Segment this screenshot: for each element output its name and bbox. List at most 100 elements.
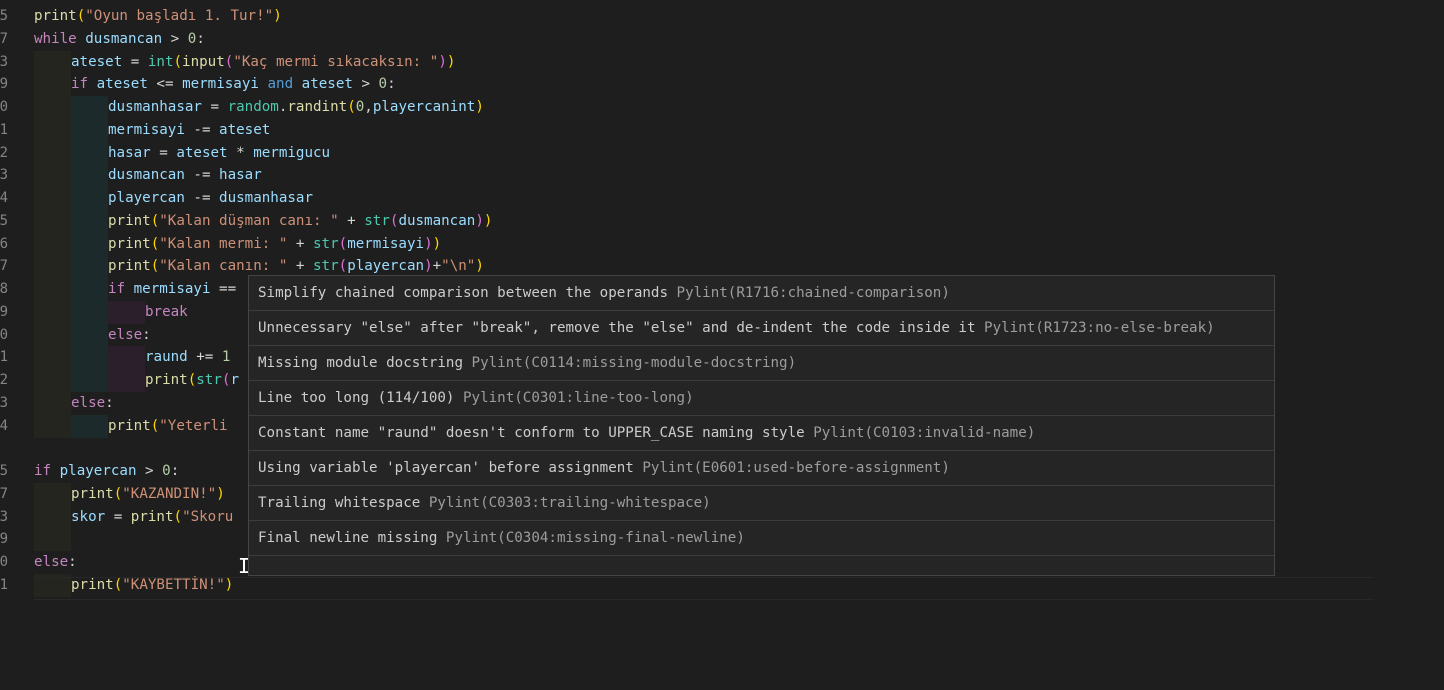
indent-guide	[34, 73, 71, 97]
diagnostic-source: Pylint(C0304:missing-final-newline)	[445, 530, 745, 546]
diagnostic-message: Simplify chained comparison between the …	[258, 285, 668, 301]
diagnostic-item[interactable]: Trailing whitespace Pylint(C0303:trailin…	[249, 486, 1274, 521]
diagnostic-source: Pylint(C0114:missing-module-docstring)	[471, 355, 797, 371]
indent-guide	[108, 369, 145, 392]
diagnostic-source: Pylint(C0303:trailing-whitespace)	[428, 495, 711, 511]
indent-guide	[34, 300, 71, 324]
code-token: if	[108, 281, 126, 297]
diagnostic-message: Line too long (114/100)	[258, 390, 455, 406]
indent-guide	[34, 164, 71, 188]
code-token: >	[162, 30, 188, 47]
code-token: skor	[71, 508, 106, 525]
code-token: -=	[184, 190, 220, 206]
problems-hover-widget[interactable]: Simplify chained comparison between the …	[248, 275, 1275, 576]
code-token: +	[287, 258, 314, 275]
code-token: :	[170, 463, 180, 479]
indent-guide	[71, 232, 108, 256]
code-line[interactable]: print("Oyun başladı 1. Tur!")	[34, 5, 282, 28]
code-token: int	[147, 53, 174, 70]
code-token: ==	[210, 281, 237, 297]
code-token: )	[424, 258, 433, 275]
code-line[interactable]: break	[34, 300, 188, 324]
code-token: (	[76, 8, 86, 24]
diagnostic-item[interactable]: Constant name "raund" doesn't conform to…	[249, 416, 1274, 451]
diagnostic-item[interactable]: Missing module docstring Pylint(C0114:mi…	[249, 346, 1274, 381]
code-token: -=	[184, 167, 220, 184]
code-line[interactable]: print(str(r	[34, 369, 239, 392]
diagnostic-message: Final newline missing	[258, 530, 438, 546]
code-token: else	[34, 554, 69, 570]
code-token: ateset	[301, 76, 353, 93]
code-token: :	[196, 30, 205, 47]
line-number: 5	[0, 463, 8, 479]
code-token: mermisayi	[108, 121, 185, 138]
indent-guide	[71, 141, 108, 165]
indent-guide	[108, 300, 145, 324]
code-line[interactable]: raund += 1	[34, 346, 230, 370]
code-token: mermisayi	[347, 235, 425, 252]
line-number: 1	[0, 121, 8, 138]
code-token: >	[352, 76, 379, 93]
code-line[interactable]: if mermisayi ==	[34, 278, 236, 301]
code-token: "Skoru	[182, 508, 234, 525]
code-line[interactable]: while dusmancan > 0:	[34, 28, 205, 51]
code-token: dusmancan	[85, 30, 163, 47]
code-line[interactable]: mermisayi -= ateset	[34, 118, 271, 142]
code-token: print	[108, 258, 151, 275]
diagnostic-message: Trailing whitespace	[258, 495, 421, 511]
code-line[interactable]: print("Kalan düşman canı: " + str(dusman…	[34, 209, 493, 233]
code-token: dusmanhasar	[108, 99, 202, 115]
code-line[interactable]: print("KAZANDIN!")	[34, 482, 225, 506]
code-token: "KAZANDIN!"	[122, 485, 217, 502]
indent-guide	[71, 323, 108, 347]
diagnostic-item[interactable]: Line too long (114/100) Pylint(C0301:lin…	[249, 381, 1274, 416]
line-number: 5	[0, 8, 8, 24]
code-token: )	[475, 99, 484, 115]
code-line[interactable]: else:	[34, 551, 77, 574]
indent-guide	[71, 278, 108, 301]
diagnostic-item[interactable]: Simplify chained comparison between the …	[249, 276, 1274, 311]
indent-guide	[71, 118, 108, 142]
line-number: 3	[0, 508, 8, 525]
code-token: =	[122, 53, 148, 70]
code-line[interactable]: else:	[34, 323, 151, 347]
diagnostic-item[interactable]: Using variable 'playercan' before assign…	[249, 451, 1274, 486]
indent-guide	[71, 346, 108, 370]
code-line[interactable]: if playercan > 0:	[34, 460, 179, 483]
code-token: print	[71, 485, 114, 502]
diagnostic-item[interactable]: Unnecessary "else" after "break", remove…	[249, 311, 1274, 346]
diagnostic-item[interactable]: Final newline missing Pylint(C0304:missi…	[249, 521, 1274, 556]
code-token: "Kalan canın: "	[159, 258, 288, 275]
code-token: :	[68, 554, 77, 570]
code-token: :	[142, 326, 151, 343]
code-token: ateset	[219, 121, 271, 138]
code-token: +	[338, 212, 365, 229]
code-line[interactable]: if ateset <= mermisayi and ateset > 0:	[34, 73, 396, 97]
indent-guide	[71, 96, 108, 119]
code-line[interactable]: dusmancan -= hasar	[34, 164, 262, 188]
code-token: )	[483, 212, 493, 229]
code-line[interactable]: print("Yeterli	[34, 414, 228, 438]
code-token: +	[287, 235, 314, 252]
indent-guide	[71, 209, 108, 233]
code-line[interactable]: skor = print("Skoru	[34, 505, 234, 529]
code-token: -=	[184, 121, 220, 138]
code-line[interactable]: print("Kalan mermi: " + str(mermisayi))	[34, 232, 441, 256]
code-line[interactable]: playercan -= dusmanhasar	[34, 187, 313, 210]
code-line[interactable]: else:	[34, 391, 114, 415]
indent-guide	[108, 346, 145, 370]
code-token: (	[347, 99, 356, 115]
diagnostic-source: Pylint(R1723:no-else-break)	[984, 320, 1215, 336]
code-token: playercanint	[372, 99, 476, 115]
line-number: 0	[0, 326, 8, 343]
indent-guide	[34, 346, 71, 370]
code-line[interactable]: hasar = ateset * mermigucu	[34, 141, 330, 165]
code-line[interactable]	[34, 528, 71, 552]
line-number: 6	[0, 235, 8, 252]
line-number: 1	[0, 576, 8, 593]
current-line-highlight	[34, 577, 1374, 600]
code-token: "Kaç mermi sıkacaksın: "	[233, 53, 439, 70]
code-line[interactable]: dusmanhasar = random.randint(0,playercan…	[34, 96, 484, 119]
code-token: if	[71, 76, 89, 93]
code-line[interactable]: ateset = int(input("Kaç mermi sıkacaksın…	[34, 50, 455, 74]
